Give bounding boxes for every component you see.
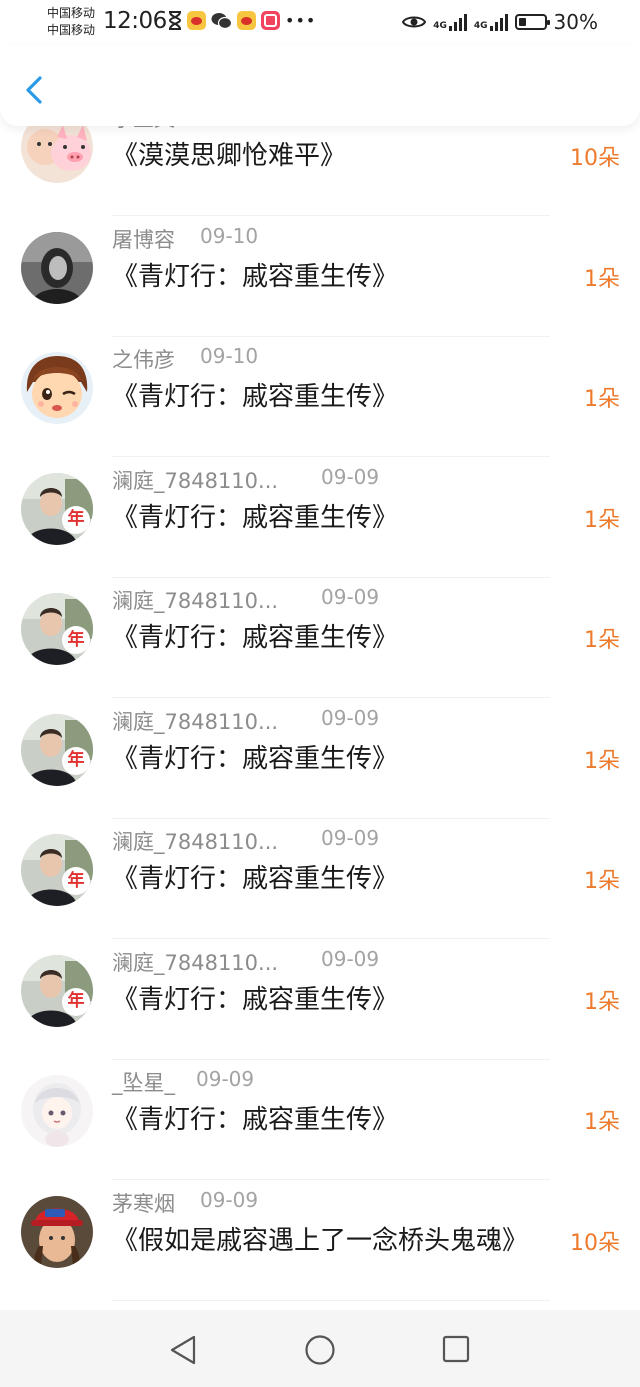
gift-amount: 1朵 [584,989,620,1015]
list-item[interactable]: 年 澜庭_7848110... 09-09 《青灯行：戚容重生传》 1朵 [0,457,640,578]
gift-amount: 1朵 [584,869,620,894]
user-name[interactable]: 尔芷文 [112,125,175,133]
list-item[interactable]: 尔芷文09-11《漠漠思卿怆难平》10朵 [0,125,640,216]
year-badge-icon: 年 [62,867,90,895]
gift-record-list: 尔芷文09-11《漠漠思卿怆难平》10朵屠博容09-10《青灯行：戚容重生传》1… [0,125,640,1310]
gift-amount: 1朵 [584,507,620,533]
row-divider [112,1299,550,1301]
network-type-1: 4G [433,20,447,31]
record-date: 09-09 [200,1187,259,1212]
list-item[interactable]: 屠博容 09-10 《青灯行：戚容重生传》 1朵 [0,216,640,337]
badge-label: 年 [67,750,85,770]
gift-amount: 1朵 [584,387,620,412]
battery-icon [514,14,550,30]
user-name[interactable]: _坠星_ [112,1067,175,1097]
weibo-icon [237,11,256,30]
user-name[interactable]: 澜庭_7848110... [112,465,278,495]
header-bar [0,46,640,126]
record-date: 09-10 [200,223,259,248]
book-title[interactable]: 《青灯行：戚容重生传》 [112,1099,398,1136]
status-bar: 中国移动 中国移动 12:06 ••• 4G 4G 30% [0,0,640,46]
carrier-2: 中国移动 [47,23,96,37]
list-item[interactable]: 之伟彦 09-10 《青灯行：戚容重生传》 1朵 [0,336,640,457]
chevron-left-icon[interactable] [18,70,52,110]
badge-label: 年 [67,991,85,1011]
system-indicators: 4G 4G 30% [402,10,598,34]
nav-back-triangle-icon[interactable] [168,1334,198,1366]
gift-amount: 10朵 [570,146,620,171]
book-title[interactable]: 《青灯行：戚容重生传》 [112,858,398,895]
more-dots-icon: ••• [285,11,317,30]
carrier-labels: 中国移动 中国移动 [47,5,95,39]
gift-amount: 1朵 [584,628,620,653]
battery-text: 30% [553,10,598,34]
avatar[interactable] [21,125,93,183]
signal-bars-icon [489,13,508,31]
book-title[interactable]: 《青灯行：戚容重生传》 [112,617,398,654]
year-badge-icon: 年 [62,746,90,775]
book-title[interactable]: 《青灯行：戚容重生传》 [112,979,398,1016]
list-item[interactable]: _坠星_ 09-09 《青灯行：戚容重生传》 1朵 [0,1059,640,1180]
year-badge-icon: 年 [62,626,90,654]
badge-label: 年 [67,509,85,529]
record-date: 09-09 [196,1067,255,1091]
record-date: 09-09 [321,946,380,971]
book-title[interactable]: 《假如是戚容遇上了一念桥头鬼魂》 [112,1220,528,1257]
eye-icon [402,16,427,28]
hourglass-icon [168,11,182,30]
clock: 12:06 [103,8,167,34]
avatar[interactable] [21,231,93,304]
year-badge-icon: 年 [62,987,90,1016]
gift-amount: 10朵 [570,1230,620,1256]
notification-icons: ••• [168,11,316,30]
year-badge-icon: 年 [62,505,90,534]
carrier-1: 中国移动 [47,6,96,20]
book-title[interactable]: 《漠漠思卿怆难平》 [112,135,346,172]
record-date: 09-09 [321,826,380,850]
record-date: 09-09 [321,464,380,489]
system-nav-bar [0,1310,640,1387]
wechat-icon [211,12,232,29]
book-title[interactable]: 《青灯行：戚容重生传》 [112,738,398,775]
signal-1: 4G [433,13,467,31]
user-name[interactable]: 之伟彦 [112,344,175,374]
nav-home-circle-icon[interactable] [304,1334,336,1366]
user-name[interactable]: 澜庭_7848110... [112,947,278,977]
gift-amount: 1朵 [584,1110,620,1135]
signal-bars-icon [448,13,467,31]
badge-label: 年 [67,870,85,891]
book-title[interactable]: 《青灯行：戚容重生传》 [112,256,398,293]
list-item[interactable]: 年 澜庭_7848110... 09-09 《青灯行：戚容重生传》 1朵 [0,698,640,819]
app-icon [261,11,280,30]
nav-recents-square-icon[interactable] [441,1334,471,1364]
user-name[interactable]: 屠博容 [112,224,175,254]
gift-amount: 1朵 [584,266,620,292]
user-name[interactable]: 澜庭_7848110... [112,826,278,856]
record-date: 09-09 [321,705,380,730]
avatar[interactable] [21,1075,93,1147]
record-date: 09-10 [200,344,259,368]
list-item[interactable]: 年 澜庭_7848110... 09-09 《青灯行：戚容重生传》 1朵 [0,818,640,939]
record-date: 09-09 [321,585,380,609]
gift-amount: 1朵 [584,748,620,774]
weibo-icon [187,11,206,30]
list-item[interactable]: 茅寒烟 09-09 《假如是戚容遇上了一念桥头鬼魂》 10朵 [0,1180,640,1301]
user-name[interactable]: 澜庭_7848110... [112,706,278,736]
signal-2: 4G [473,13,508,31]
book-title[interactable]: 《青灯行：戚容重生传》 [112,497,398,534]
user-name[interactable]: 茅寒烟 [112,1188,175,1218]
list-item[interactable]: 年 澜庭_7848110... 09-09 《青灯行：戚容重生传》 1朵 [0,939,640,1060]
book-title[interactable]: 《青灯行：戚容重生传》 [112,376,398,413]
user-name[interactable]: 澜庭_7848110... [112,585,278,615]
avatar[interactable] [21,1195,93,1268]
list-item[interactable]: 年 澜庭_7848110... 09-09 《青灯行：戚容重生传》 1朵 [0,577,640,698]
avatar[interactable] [21,352,93,424]
network-type-2: 4G [473,20,488,31]
badge-label: 年 [67,629,85,650]
